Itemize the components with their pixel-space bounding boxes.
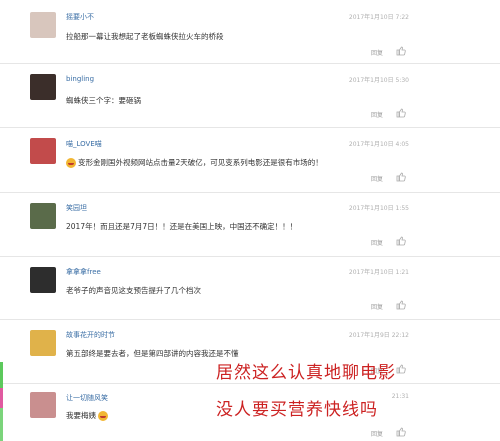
reply-button[interactable]: 回复 — [371, 238, 383, 247]
comment-item: 笑园坦 2017年1月10日 1:55 2017年！而且还是7月7日！！还是在美… — [0, 193, 500, 257]
comment-username[interactable]: 拿拿拿free — [66, 267, 101, 277]
comment-text: 变形金刚国外视频网站点击量2天破亿，可见变系列电影还是很有市场的！ — [66, 157, 323, 168]
comment-text: 2017年！而且还是7月7日！！还是在美国上映，中国还不确定！！！ — [66, 222, 298, 231]
comment-item: 喵_LOVE喵 2017年1月10日 4:05 变形金刚国外视频网站点击量2天破… — [0, 128, 500, 193]
avatar[interactable] — [30, 267, 56, 293]
avatar[interactable] — [30, 203, 56, 229]
reply-button[interactable]: 回复 — [371, 174, 383, 183]
edge-strip — [0, 362, 3, 388]
comment-timestamp: 21:31 — [391, 393, 409, 400]
comment-timestamp: 2017年1月9日 22:12 — [348, 332, 409, 339]
comment-text-body: 变形金刚国外视频网站点击量2天破亿，可见变系列电影还是很有市场的！ — [78, 158, 323, 167]
thumbs-up-icon[interactable] — [396, 108, 406, 118]
avatar[interactable] — [30, 138, 56, 164]
edge-strip — [0, 388, 3, 408]
comment-item: 摇要小不 2017年1月10日 7:22 拉船那一幕让我想起了老板蜘蛛侠拉火车的… — [0, 0, 500, 64]
thumbs-up-icon[interactable] — [396, 300, 406, 310]
comment-username[interactable]: 让一切随风笑 — [66, 393, 108, 403]
thumbs-up-icon[interactable] — [396, 427, 406, 437]
comment-text: 我要梅姨 — [66, 410, 110, 421]
comment-username[interactable]: 喵_LOVE喵 — [66, 139, 102, 149]
smile-emoji-icon — [66, 158, 76, 168]
grin-emoji-icon — [98, 411, 108, 421]
comment-username[interactable]: 笑园坦 — [66, 203, 87, 213]
reply-button[interactable]: 回复 — [371, 110, 383, 119]
reply-button[interactable]: 回复 — [371, 48, 383, 57]
comment-item: bingling 2017年1月10日 5:30 蜘蛛侠三个字：要砸锅 回复 — [0, 64, 500, 128]
comment-timestamp: 2017年1月10日 7:22 — [348, 14, 409, 21]
avatar[interactable] — [30, 330, 56, 356]
avatar[interactable] — [30, 74, 56, 100]
comment-timestamp: 2017年1月10日 5:30 — [348, 77, 409, 84]
reply-button[interactable]: 回复 — [371, 302, 383, 311]
comment-username[interactable]: bingling — [66, 75, 94, 83]
comment-text: 第五部终是要去者，但是第四部讲的内容我还是不懂 — [66, 349, 239, 358]
comment-feed: 摇要小不 2017年1月10日 7:22 拉船那一幕让我想起了老板蜘蛛侠拉火车的… — [0, 0, 500, 441]
comment-timestamp: 2017年1月10日 1:21 — [348, 269, 409, 276]
avatar[interactable] — [30, 12, 56, 38]
comment-item: 拿拿拿free 2017年1月10日 1:21 老爷子的声音见这支预告提升了几个… — [0, 257, 500, 320]
edge-strip — [0, 408, 3, 441]
avatar[interactable] — [30, 392, 56, 418]
reply-button[interactable]: 回复 — [371, 429, 383, 438]
thumbs-up-icon[interactable] — [396, 172, 406, 182]
comment-username[interactable]: 摇要小不 — [66, 12, 94, 22]
comment-timestamp: 2017年1月10日 1:55 — [348, 205, 409, 212]
overlay-caption-line2: 没人要买营养快线吗 — [216, 400, 378, 420]
comment-timestamp: 2017年1月10日 4:05 — [348, 141, 409, 148]
thumbs-up-icon[interactable] — [396, 364, 406, 374]
thumbs-up-icon[interactable] — [396, 236, 406, 246]
overlay-caption-line1: 居然这么认真地聊电影 — [216, 363, 396, 383]
comment-text: 蜘蛛侠三个字：要砸锅 — [66, 96, 141, 105]
comment-text: 老爷子的声音见这支预告提升了几个档次 — [66, 286, 201, 295]
comment-username[interactable]: 故事花开的时节 — [66, 330, 115, 340]
comment-text: 拉船那一幕让我想起了老板蜘蛛侠拉火车的桥段 — [66, 32, 224, 41]
comment-text-body: 我要梅姨 — [66, 411, 96, 420]
thumbs-up-icon[interactable] — [396, 46, 406, 56]
